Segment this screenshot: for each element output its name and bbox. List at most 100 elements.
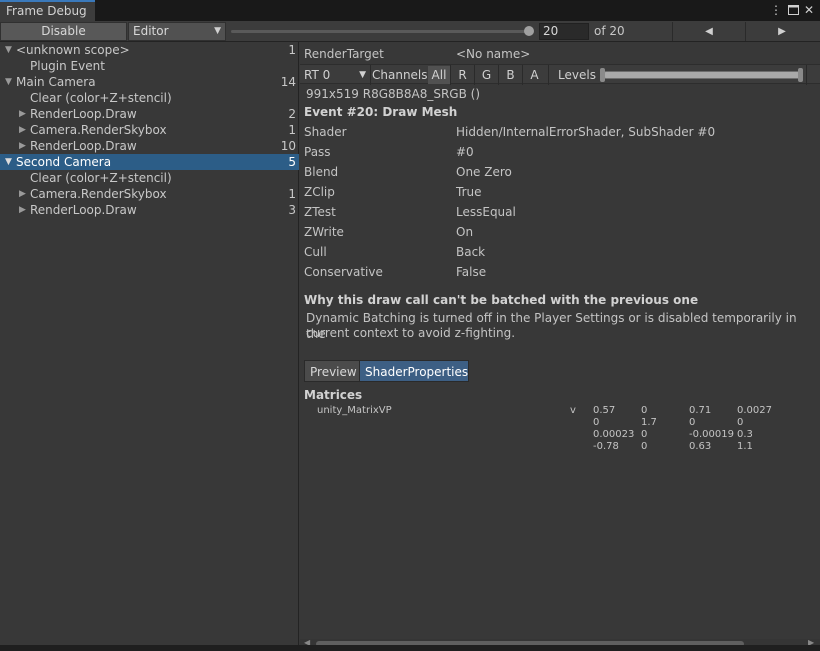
prop-zclip-label: ZClip <box>304 185 335 199</box>
levels-label: Levels <box>558 68 596 82</box>
tree-row-label: RenderLoop.Draw <box>30 139 137 153</box>
collapsed-arrow-icon[interactable]: ▶ <box>19 138 26 154</box>
tab-preview[interactable]: Preview <box>304 360 360 382</box>
close-icon[interactable]: ✕ <box>802 2 816 18</box>
expanded-arrow-icon[interactable]: ▼ <box>5 74 12 90</box>
render-target-label: RenderTarget <box>304 47 384 61</box>
matrix-cell: 0.00023 <box>593 429 635 440</box>
channel-b-toggle[interactable]: B <box>499 66 522 84</box>
prop-shader-label: Shader <box>304 125 347 139</box>
matrix-cell: 0 <box>737 417 744 428</box>
prop-conservative-value: False <box>456 265 487 279</box>
tree-row[interactable]: Clear (color+Z+stencil) <box>0 170 299 186</box>
expanded-arrow-icon[interactable]: ▼ <box>5 42 12 58</box>
matrix-stage: v <box>570 405 576 416</box>
tree-row-selected[interactable]: ▼ Second Camera 5 <box>0 154 299 170</box>
tree-row-label: Camera.RenderSkybox <box>30 123 167 137</box>
channel-r-toggle[interactable]: R <box>451 66 474 84</box>
expanded-arrow-icon[interactable]: ▼ <box>5 154 12 170</box>
target-dropdown[interactable]: Editor ▼ <box>128 22 226 41</box>
prop-ztest-value: LessEqual <box>456 205 516 219</box>
previous-event-button[interactable]: ◀ <box>673 22 745 41</box>
prop-pass-value: #0 <box>456 145 474 159</box>
render-target-value[interactable]: <No name> <box>456 46 530 62</box>
window-bottom-edge <box>0 645 820 651</box>
tree-row[interactable]: ▶ Camera.RenderSkybox 1 <box>0 122 299 138</box>
prop-cull-value: Back <box>456 245 486 259</box>
levels-max-handle[interactable] <box>798 68 803 82</box>
window-tab-bar: Frame Debug ⋮ ✕ <box>0 0 820 21</box>
matrix-cell: 0.71 <box>689 405 712 416</box>
frame-slider-thumb[interactable] <box>524 26 534 36</box>
matrix-cell: 0 <box>593 417 600 428</box>
tree-row[interactable]: ▶ RenderLoop.Draw 10 <box>0 138 299 154</box>
tree-row[interactable]: Clear (color+Z+stencil) <box>0 90 299 106</box>
collapsed-arrow-icon[interactable]: ▶ <box>19 202 26 218</box>
tree-row-count: 1 <box>288 187 296 201</box>
tree-row-count: 14 <box>280 75 296 89</box>
matrix-name: unity_MatrixVP <box>317 405 392 416</box>
matrix-cell: 0.63 <box>689 441 712 452</box>
collapsed-arrow-icon[interactable]: ▶ <box>19 106 26 122</box>
tree-row-count: 2 <box>288 107 296 121</box>
disable-button[interactable]: Disable <box>0 22 127 41</box>
frame-debugger-toolbar: Disable Editor ▼ 20 of 20 ◀ ▶ <box>0 21 820 42</box>
event-tree: ▼ <unknown scope> 1 Plugin Event ▼ Main … <box>0 42 299 651</box>
frame-debug-tab[interactable]: Frame Debug <box>0 0 95 21</box>
render-target-format: 991x519 R8G8B8A8_SRGB () <box>306 87 481 101</box>
tree-row-label: Clear (color+Z+stencil) <box>30 171 172 185</box>
matrix-cell: 0 <box>641 441 648 452</box>
rt-dropdown-value: RT 0 <box>304 68 331 82</box>
frame-slider-track[interactable] <box>231 30 529 33</box>
prop-zwrite-value: On <box>456 225 474 239</box>
prop-zclip-value: True <box>456 185 482 199</box>
matrices-heading: Matrices <box>304 388 363 402</box>
tree-row-count: 10 <box>280 139 296 153</box>
tree-row-label: Main Camera <box>16 75 96 89</box>
channel-all-toggle[interactable]: All <box>428 66 450 84</box>
prop-zwrite-label: ZWrite <box>304 225 344 239</box>
tree-row-count: 5 <box>288 155 296 169</box>
matrix-cell: 0.3 <box>737 429 753 440</box>
tree-row-label: Clear (color+Z+stencil) <box>30 91 172 105</box>
tree-row-label: Camera.RenderSkybox <box>30 187 167 201</box>
prop-shader-value: Hidden/InternalErrorShader, SubShader #0 <box>456 125 716 139</box>
prop-blend-label: Blend <box>304 165 339 179</box>
tree-row[interactable]: ▶ RenderLoop.Draw 2 <box>0 106 299 122</box>
matrix-cell: 0.57 <box>593 405 616 416</box>
event-title: Event #20: Draw Mesh <box>304 105 458 119</box>
divider <box>806 65 807 85</box>
batch-reason-line2: current context to avoid z-fighting. <box>306 326 516 340</box>
matrix-cell: 0 <box>641 429 648 440</box>
frame-number-input[interactable]: 20 <box>539 23 589 40</box>
divider <box>548 65 549 85</box>
tree-row-count: 1 <box>288 43 296 57</box>
tree-row-label: Plugin Event <box>30 59 105 73</box>
prop-pass-label: Pass <box>304 145 331 159</box>
channels-label: Channels <box>372 68 428 82</box>
tree-row-label: Second Camera <box>16 155 112 169</box>
levels-min-handle[interactable] <box>600 68 605 82</box>
matrix-cell: 1.7 <box>641 417 657 428</box>
tab-shader-properties[interactable]: ShaderProperties <box>359 360 469 382</box>
more-vert-icon[interactable]: ⋮ <box>769 2 783 18</box>
tree-row[interactable]: ▼ Main Camera 14 <box>0 74 299 90</box>
tree-row[interactable]: Plugin Event <box>0 58 299 74</box>
chevron-down-icon: ▼ <box>214 26 221 36</box>
matrix-cell: 0 <box>641 405 648 416</box>
matrix-cell: -0.00019 <box>689 429 734 440</box>
collapsed-arrow-icon[interactable]: ▶ <box>19 122 26 138</box>
divider <box>370 65 371 85</box>
tree-row[interactable]: ▶ RenderLoop.Draw 3 <box>0 202 299 218</box>
channel-a-toggle[interactable]: A <box>523 66 546 84</box>
tree-row[interactable]: ▶ Camera.RenderSkybox 1 <box>0 186 299 202</box>
prop-blend-value: One Zero <box>456 165 512 179</box>
levels-range-slider[interactable] <box>602 71 802 79</box>
prop-ztest-label: ZTest <box>304 205 336 219</box>
tree-row[interactable]: ▼ <unknown scope> 1 <box>0 42 299 58</box>
next-event-button[interactable]: ▶ <box>746 22 818 41</box>
maximize-icon[interactable] <box>786 2 800 18</box>
rt-dropdown[interactable]: RT 0 ▼ <box>302 66 368 84</box>
channel-g-toggle[interactable]: G <box>475 66 498 84</box>
collapsed-arrow-icon[interactable]: ▶ <box>19 186 26 202</box>
